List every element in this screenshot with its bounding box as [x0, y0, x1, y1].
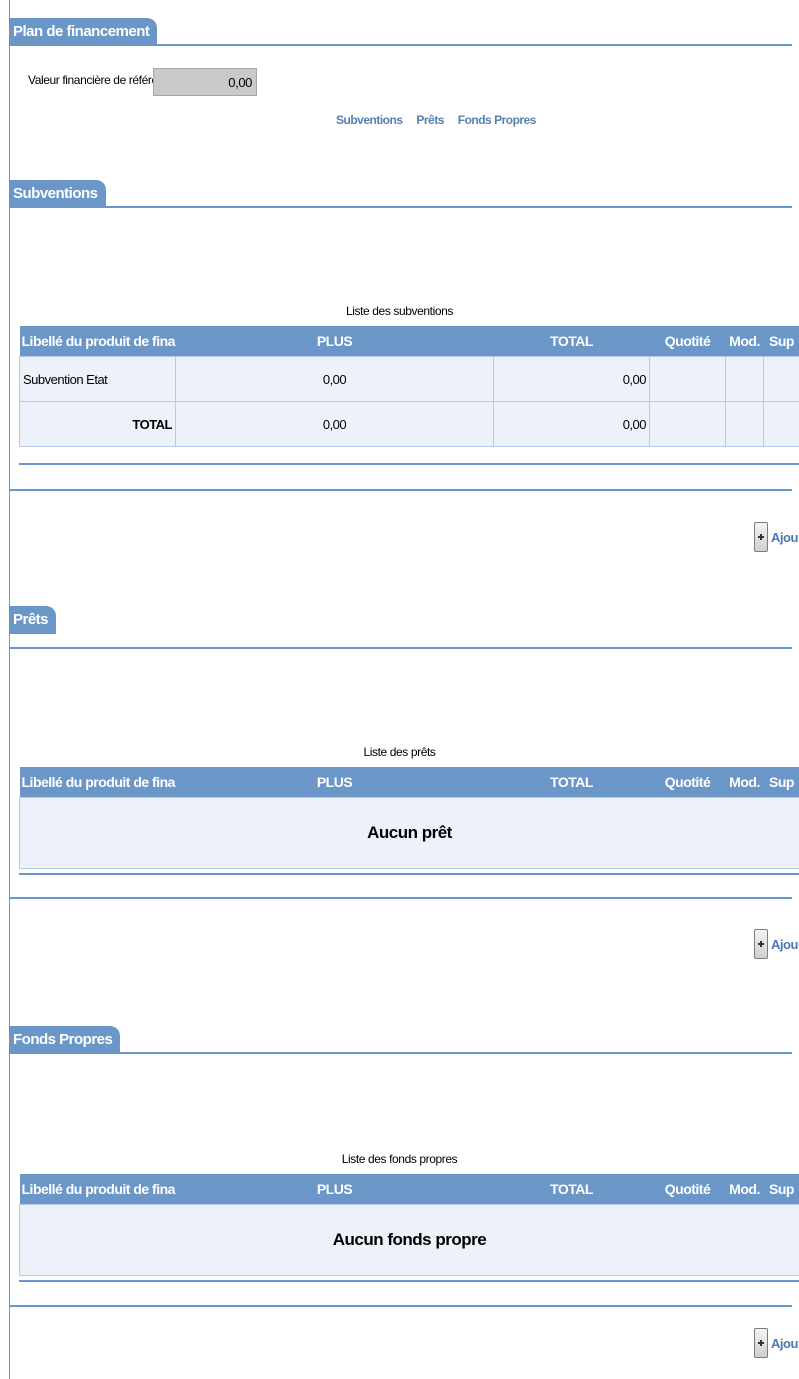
total-quotite [649, 401, 726, 447]
prets-rule [10, 647, 792, 649]
subventions-panel-bottom [10, 489, 792, 491]
row-quotite [649, 356, 726, 402]
fonds-propres-table-bottom [19, 1280, 799, 1282]
subventions-table: Libellé du produit de financement PLUS T… [19, 326, 799, 447]
add-pret-button[interactable]: Ajou [754, 929, 798, 959]
total-plus: 0,00 [175, 401, 494, 447]
total-label: TOTAL [19, 401, 176, 447]
row-mod [725, 356, 764, 402]
total-sup [763, 401, 799, 447]
table-row: Subvention Etat 0,00 0,00 [19, 356, 799, 402]
col-quotite: Quotité [649, 767, 726, 798]
fonds-propres-panel-bottom [10, 1305, 792, 1307]
col-plus: PLUS [175, 767, 494, 798]
fonds-propres-tab: Fonds Propres [10, 1026, 121, 1054]
col-sup: Sup [763, 326, 799, 357]
col-sup: Sup [763, 767, 799, 798]
col-total: TOTAL [493, 767, 650, 798]
add-fonds-propre-button[interactable]: Ajou [754, 1328, 798, 1358]
subventions-tab: Subventions [10, 180, 106, 208]
col-plus: PLUS [175, 326, 494, 357]
reference-value-field: 0,00 [153, 68, 257, 96]
empty-message: Aucun prêt [19, 797, 799, 869]
add-pret-label: Ajou [771, 936, 798, 952]
col-quotite: Quotité [649, 326, 726, 357]
prets-table-bottom [19, 873, 799, 875]
add-subvention-button[interactable]: Ajou [754, 522, 798, 552]
fonds-propres-table: Libellé du produit de financement PLUS T… [19, 1174, 799, 1276]
anchor-subventions[interactable]: Subventions [336, 113, 403, 127]
page-title-tab: Plan de financement [10, 18, 158, 46]
empty-row: Aucun fonds propre [19, 1204, 799, 1276]
col-libelle: Libellé du produit de financement [19, 767, 176, 798]
col-plus: PLUS [175, 1174, 494, 1205]
prets-tab: Prêts [10, 606, 57, 634]
col-total: TOTAL [493, 326, 650, 357]
prets-panel-bottom [10, 897, 792, 899]
col-mod: Mod. [725, 326, 764, 357]
col-sup: Sup [763, 1174, 799, 1205]
total-mod [725, 401, 764, 447]
row-label: Subvention Etat [19, 356, 176, 402]
plus-icon [754, 522, 768, 552]
empty-message: Aucun fonds propre [19, 1204, 799, 1276]
col-mod: Mod. [725, 767, 764, 798]
section-anchor-links: Subventions Prêts Fonds Propres [336, 113, 547, 127]
table-header-row: Libellé du produit de financement PLUS T… [19, 1174, 799, 1205]
table-header-row: Libellé du produit de financement PLUS T… [19, 326, 799, 357]
anchor-prets[interactable]: Prêts [416, 113, 444, 127]
col-libelle: Libellé du produit de financement [19, 1174, 176, 1205]
plus-icon [754, 929, 768, 959]
add-subvention-label: Ajou [771, 529, 798, 545]
col-total: TOTAL [493, 1174, 650, 1205]
table-header-row: Libellé du produit de financement PLUS T… [19, 767, 799, 798]
total-row: TOTAL 0,00 0,00 [19, 401, 799, 447]
fonds-propres-rule [10, 1052, 792, 1054]
row-plus: 0,00 [175, 356, 494, 402]
fonds-propres-caption: Liste des fonds propres [341, 1152, 458, 1166]
col-mod: Mod. [725, 1174, 764, 1205]
subventions-table-bottom [19, 463, 799, 465]
col-quotite: Quotité [649, 1174, 726, 1205]
total-total: 0,00 [493, 401, 650, 447]
prets-table: Libellé du produit de financement PLUS T… [19, 767, 799, 869]
subventions-caption: Liste des subventions [345, 304, 453, 318]
subventions-rule [10, 206, 792, 208]
empty-row: Aucun prêt [19, 797, 799, 869]
title-rule [10, 44, 792, 46]
prets-caption: Liste des prêts [363, 745, 436, 759]
row-total: 0,00 [493, 356, 650, 402]
col-libelle: Libellé du produit de financement [19, 326, 176, 357]
add-fonds-propre-label: Ajou [771, 1335, 798, 1351]
row-sup [763, 356, 799, 402]
plus-icon [754, 1328, 768, 1358]
anchor-fonds-propres[interactable]: Fonds Propres [458, 113, 537, 127]
